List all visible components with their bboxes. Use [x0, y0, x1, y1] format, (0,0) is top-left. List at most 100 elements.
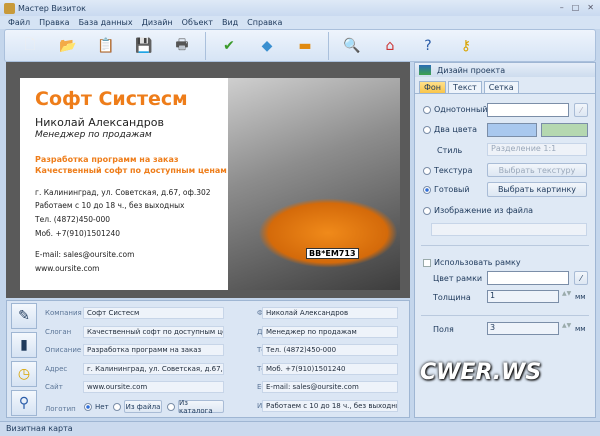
card-address: г. Калининград, ул. Советская, д.67, оф.…	[35, 188, 211, 197]
close-button[interactable]: ✕	[587, 3, 594, 12]
field-input[interactable]: г. Калининград, ул. Советская, д.67, оф.…	[83, 362, 224, 375]
spellcheck-icon[interactable]: ✔	[218, 35, 240, 57]
clock-icon[interactable]: ◷	[11, 361, 37, 387]
menu-item-5[interactable]: Вид	[222, 18, 238, 27]
clipboard-icon[interactable]: 📋	[95, 35, 117, 57]
card-fields-form: ✎ ▮ ◷ ⚲ Компания Софт Систесм Слоган Качест…	[6, 300, 410, 418]
logo-label: Логотип	[45, 405, 76, 413]
minimize-button[interactable]: –	[560, 3, 564, 12]
field-input[interactable]: Менеджер по продажам	[262, 325, 398, 338]
field-input[interactable]: E-mail: sales@oursite.com	[262, 381, 398, 393]
title-bar: Мастер Визиток – □ ✕	[0, 0, 600, 16]
field-input[interactable]: Николай Александров	[262, 307, 398, 319]
app-icon	[4, 2, 15, 14]
card-email: E-mail: sales@oursite.com	[35, 250, 135, 259]
tab-background[interactable]: Фон	[419, 81, 447, 93]
new-icon[interactable]: 🗋	[19, 35, 41, 57]
radio-ready[interactable]: Готовый	[423, 185, 470, 194]
field-label: Описание	[45, 346, 82, 354]
design-icon	[419, 65, 431, 75]
watermark: CWER.WS	[420, 360, 542, 385]
logo-none-radio[interactable]: Нет	[84, 403, 109, 411]
card-phone1: Тел. (4872)450-000	[35, 215, 111, 224]
edit-icon[interactable]: ✎	[11, 303, 37, 329]
field-input[interactable]: Тел. (4872)450-000	[262, 344, 398, 356]
radio-solid[interactable]: Однотонный	[423, 105, 487, 114]
maximize-button[interactable]: □	[572, 3, 580, 12]
toolbar: 🗋 📂 📋 💾 🖶 ✔ ◆ ▬ 🔍 ⌂? ⚷	[4, 29, 596, 62]
radio-texture[interactable]: Текстура	[423, 166, 472, 175]
frame-color-label: Цвет рамки	[433, 274, 483, 283]
menu-item-3[interactable]: Дизайн	[142, 18, 173, 27]
image-icon[interactable]: ▬	[294, 35, 316, 57]
shapes-icon[interactable]: ◆	[256, 35, 278, 57]
business-card-preview[interactable]: Софт Систесм Николай Александров Менедже…	[20, 78, 400, 290]
field-input[interactable]: Разработка программ на заказ	[83, 344, 224, 356]
menu-bar: Файл Правка База данных Дизайн Объект Вид Спра…	[0, 16, 600, 29]
card-slogan: Качественный софт по доступным ценам	[35, 166, 227, 175]
field-input[interactable]: Качественный софт по доступным ценам	[83, 325, 224, 338]
field-input[interactable]: www.oursite.com	[83, 381, 224, 393]
preview-icon[interactable]: 🔍	[341, 35, 363, 57]
radio-two-colors[interactable]: Два цвета	[423, 125, 477, 134]
thickness-stepper[interactable]: 1	[487, 290, 559, 303]
license-plate: BB*EM713	[306, 248, 359, 259]
print-icon[interactable]: 🖶	[171, 35, 193, 57]
margins-stepper[interactable]: 3	[487, 322, 559, 335]
field-input[interactable]: Софт Систесм	[83, 307, 224, 319]
radio-file-image[interactable]: Изображение из файла	[423, 206, 533, 215]
card-desc: Разработка программ на заказ	[35, 155, 179, 164]
field-label: Адрес	[45, 364, 68, 373]
search-user-icon[interactable]: ⚲	[11, 390, 37, 416]
field-label: Слоган	[45, 327, 72, 336]
style-label: Стиль	[437, 146, 463, 155]
keys-icon[interactable]: ⚷	[455, 35, 477, 57]
margins-unit: мм	[575, 325, 586, 333]
use-frame-checkbox[interactable]: Использовать рамку	[423, 258, 521, 267]
thickness-spin-icon[interactable]: ▲▼	[562, 290, 571, 297]
folder-icon[interactable]: ▮	[11, 332, 37, 358]
color1-box[interactable]	[487, 123, 537, 137]
style-select[interactable]: Разделение 1:1	[487, 143, 587, 156]
menu-item-6[interactable]: Справка	[247, 18, 282, 27]
margins-spin-icon[interactable]: ▲▼	[562, 322, 571, 329]
frame-eyedropper-icon[interactable]: ⁄	[574, 271, 588, 285]
file-path-input[interactable]	[431, 223, 587, 236]
card-position: Менеджер по продажам	[35, 130, 152, 140]
frame-color-box[interactable]	[487, 271, 569, 285]
car-photo: BB*EM713	[228, 78, 400, 290]
help-icon[interactable]: ?	[417, 35, 439, 57]
open-icon[interactable]: 📂	[57, 35, 79, 57]
tab-grid[interactable]: Сетка	[483, 81, 519, 93]
solid-color-box[interactable]	[487, 103, 569, 117]
field-input[interactable]: Работаем с 10 до 18 ч., без выходных	[262, 399, 398, 412]
field-label: Компания	[45, 309, 82, 317]
eyedropper-icon[interactable]: ⁄	[574, 103, 588, 117]
choose-texture-button[interactable]: Выбрать текстуру	[487, 163, 587, 177]
window-title: Мастер Визиток	[18, 3, 86, 13]
choose-picture-button[interactable]: Выбрать картинку	[487, 182, 587, 197]
margins-label: Поля	[433, 325, 454, 334]
logo-catalog-radio[interactable]	[167, 403, 175, 411]
panel-title: Дизайн проекта	[437, 65, 506, 75]
logo-catalog-button[interactable]: Из каталога	[178, 399, 224, 415]
card-site: www.oursite.com	[35, 264, 100, 273]
menu-item-4[interactable]: Объект	[182, 18, 213, 27]
card-name: Николай Александров	[35, 116, 164, 129]
menu-item-2[interactable]: База данных	[79, 18, 133, 27]
logo-file-button[interactable]: Из файла	[124, 400, 162, 413]
field-input[interactable]: Моб. +7(910)1501240	[262, 362, 398, 375]
card-hours: Работаем с 10 до 18 ч., без выходных	[35, 201, 185, 210]
menu-item-1[interactable]: Правка	[39, 18, 69, 27]
tab-text[interactable]: Текст	[448, 81, 482, 93]
color2-box[interactable]	[541, 123, 588, 137]
field-label: Сайт	[45, 383, 63, 391]
menu-item-0[interactable]: Файл	[8, 18, 30, 27]
card-phone2: Моб. +7(910)1501240	[35, 229, 121, 238]
card-company: Софт Систесм	[35, 88, 188, 110]
status-bar: Визитная карта	[0, 421, 600, 436]
home-icon[interactable]: ⌂	[379, 35, 401, 57]
save-icon[interactable]: 💾	[133, 35, 155, 57]
thickness-unit: мм	[575, 293, 586, 301]
logo-file-radio[interactable]	[113, 403, 121, 411]
